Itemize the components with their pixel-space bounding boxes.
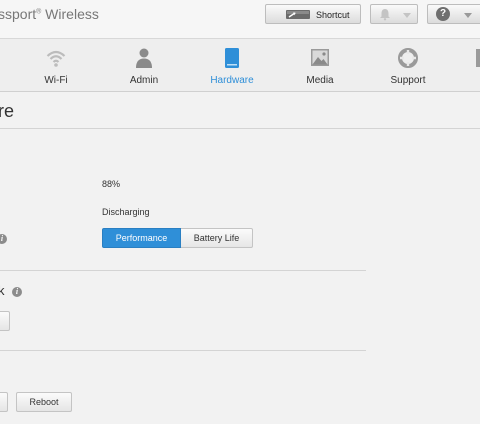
chevron-down-icon [464,13,472,18]
nav-item-wifi[interactable]: Wi-Fi [16,39,96,91]
reboot-button[interactable]: Reboot [16,392,72,412]
help-icon: ? [436,7,450,21]
media-image-icon [311,49,329,66]
section-divider [0,350,366,351]
mode-battery-life-button[interactable]: Battery Life [181,228,253,248]
section-heading: k [0,283,5,298]
admin-user-icon [136,48,152,68]
shortcut-button[interactable]: Shortcut [265,4,361,24]
nav-item-support[interactable]: Support [368,39,448,91]
section-divider [0,270,366,271]
nav-item-hardware[interactable]: Hardware [192,39,272,91]
brand-logo: ssport® Wireless [0,6,99,22]
title-divider [0,128,480,129]
nav-item-label: Wi-Fi [44,75,68,86]
top-bar: ssport® Wireless Shortcut ? [0,0,480,39]
help-button[interactable]: ? [427,4,480,24]
info-icon[interactable]: i [0,234,7,244]
info-icon[interactable]: i [12,287,22,297]
wifi-icon [46,50,66,67]
nav-item-label: Hardware [210,75,254,86]
nav-item-overflow[interactable] [456,39,480,91]
partial-nav-icon [476,49,480,67]
support-lifebuoy-icon [398,48,418,68]
hardware-drive-icon [225,48,239,68]
bell-icon [380,9,390,21]
nav-item-admin[interactable]: Admin [104,39,184,91]
shortcut-label: Shortcut [316,10,350,20]
battery-status-value: Discharging [102,207,150,217]
notifications-button[interactable] [370,4,418,24]
action-button[interactable] [0,392,8,412]
shortcut-drive-icon [286,10,310,19]
mode-performance-button[interactable]: Performance [102,228,181,248]
chevron-down-icon [403,13,411,18]
nav-item-label: Admin [129,75,159,86]
page-title: re [0,101,15,121]
main-nav: Wi-Fi Admin Hardware Media Support [0,39,480,92]
action-button[interactable] [0,311,10,331]
nav-item-label: Support [390,75,426,86]
battery-level-value: 88% [102,179,121,189]
nav-item-label: Media [306,75,334,86]
nav-item-media[interactable]: Media [280,39,360,91]
